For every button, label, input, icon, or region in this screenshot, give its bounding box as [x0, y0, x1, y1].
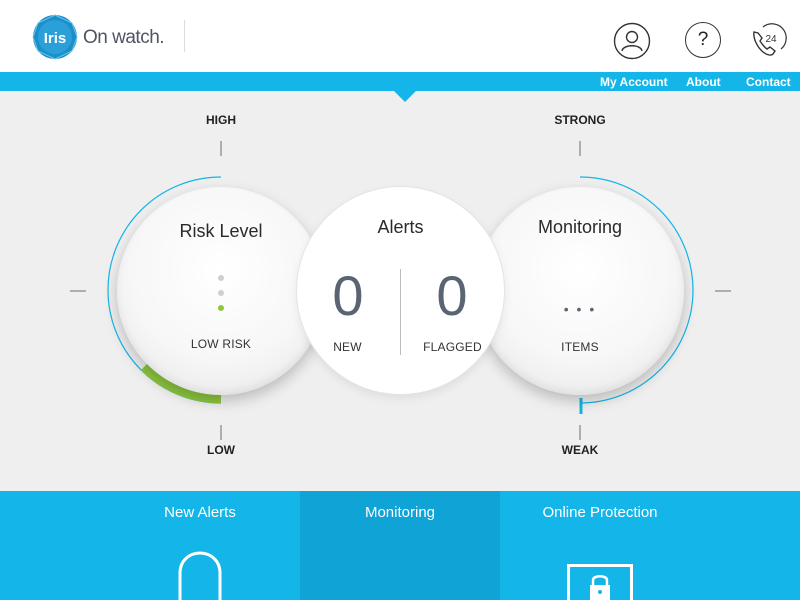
alerts-title: Alerts: [377, 217, 424, 237]
risk-dot-high: [218, 275, 224, 281]
monitoring-items-value: • • •: [563, 301, 597, 317]
lock-icon: [567, 564, 633, 600]
bottom-tab-bar: New Alerts Monitoring Online Protection: [0, 491, 800, 600]
nav-contact[interactable]: Contact: [746, 75, 791, 89]
contact-badge-text: 24: [765, 34, 777, 45]
risk-dot-medium: [218, 290, 224, 296]
monitoring-title: Monitoring: [537, 217, 623, 237]
alerts-dial[interactable]: Alerts 0 0 NEW FLAGGED: [297, 187, 504, 394]
tab-online-protection-label: Online Protection: [542, 504, 658, 521]
nav-my-account[interactable]: My Account: [600, 75, 668, 89]
monitoring-scale-weak: WEAK: [561, 443, 599, 457]
tab-new-alerts-label: New Alerts: [164, 504, 236, 521]
risk-dot-low: [218, 305, 224, 311]
tab-online-protection[interactable]: Online Protection: [500, 491, 700, 600]
alerts-new-count: 0: [332, 264, 364, 327]
help-icon[interactable]: ?: [685, 22, 721, 58]
alerts-flagged-label: FLAGGED: [423, 340, 482, 354]
brand-tagline: On watch.: [83, 27, 165, 48]
tab-new-alerts[interactable]: New Alerts: [100, 491, 300, 600]
iris-logo[interactable]: Iris: [32, 14, 78, 60]
help-glyph: ?: [697, 29, 709, 50]
alerts-flagged-count: 0: [436, 264, 468, 327]
monitoring-dial[interactable]: Monitoring • • • ITEMS: [476, 187, 684, 395]
header-divider: [184, 20, 185, 52]
risk-scale-low: LOW: [207, 443, 235, 457]
phone-24-icon[interactable]: 24: [748, 20, 790, 62]
app-header: Iris On watch. ? 24: [0, 0, 800, 72]
logo-text: Iris: [44, 30, 67, 47]
top-nav-bar: My Account About Contact: [0, 72, 800, 91]
user-icon[interactable]: [613, 22, 651, 60]
risk-scale-high: HIGH: [206, 113, 236, 127]
nav-about[interactable]: About: [686, 75, 721, 89]
bell-icon: [178, 551, 222, 600]
tab-monitoring[interactable]: Monitoring: [300, 491, 500, 600]
tab-monitoring-label: Monitoring: [364, 504, 436, 521]
risk-level-title: Risk Level: [179, 221, 263, 241]
monitoring-scale-strong: STRONG: [554, 113, 606, 127]
risk-level-dial[interactable]: Risk Level LOW RISK: [117, 187, 325, 395]
